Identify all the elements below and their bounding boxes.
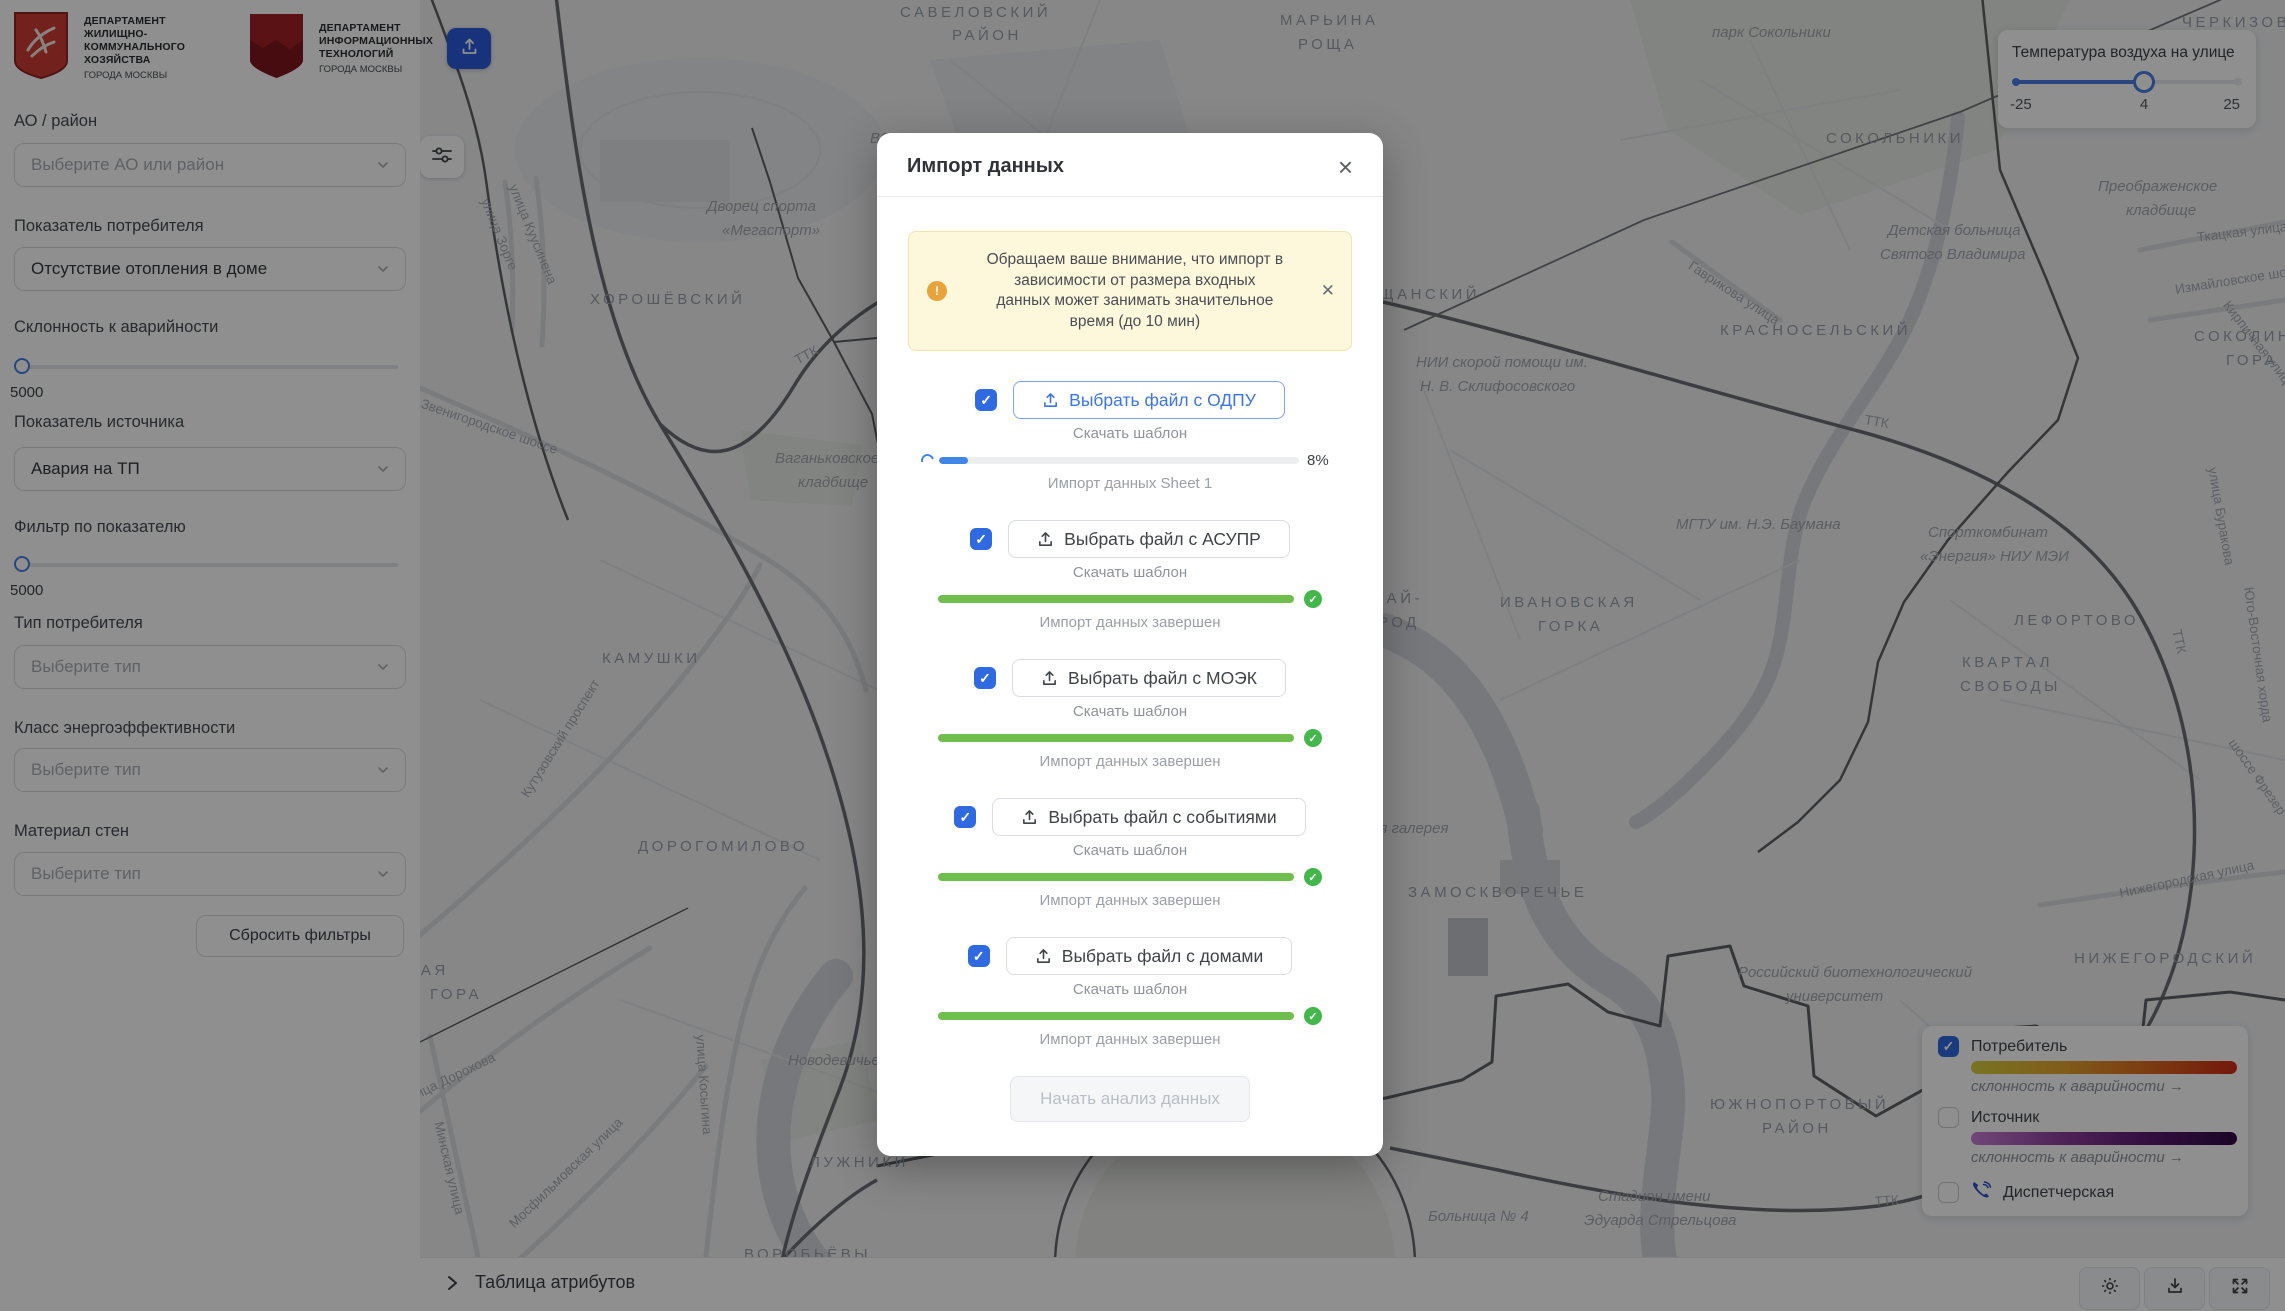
import-status-text: Импорт данных завершен xyxy=(877,892,1383,909)
choose-file-label: Выбрать файл с домами xyxy=(1062,946,1263,967)
download-template-link[interactable]: Скачать шаблон xyxy=(877,703,1383,720)
import-progress: 8% xyxy=(877,452,1383,468)
import-row: ✓ Выбрать файл с МОЭК Скачать шаблон ✓ Импор… xyxy=(877,659,1383,770)
choose-file-button[interactable]: Выбрать файл с ОДПУ xyxy=(1013,381,1285,419)
progress-complete-bar xyxy=(938,595,1294,603)
warning-banner: ! Обращаем ваше внимание, что импорт в з… xyxy=(908,231,1352,351)
progress-complete-bar xyxy=(938,734,1294,742)
modal-close-button[interactable]: × xyxy=(1338,157,1353,177)
import-row-checkbox[interactable]: ✓ xyxy=(970,528,992,550)
import-status-text: Импорт данных завершен xyxy=(877,753,1383,770)
choose-file-label: Выбрать файл с ОДПУ xyxy=(1069,390,1256,411)
choose-file-button[interactable]: Выбрать файл с АСУПР xyxy=(1008,520,1290,558)
import-row-checkbox[interactable]: ✓ xyxy=(954,806,976,828)
choose-file-label: Выбрать файл с МОЭК xyxy=(1068,668,1257,689)
download-template-link[interactable]: Скачать шаблон xyxy=(877,981,1383,998)
app: САВЕЛОВСКИЙРАЙОНМАРЬИНАРОЩАЧЕРКИЗОВОпарк… xyxy=(0,0,2285,1311)
import-status-text: Импорт данных Sheet 1 xyxy=(877,475,1383,492)
import-row: ✓ Выбрать файл с АСУПР Скачать шаблон ✓ Импо… xyxy=(877,520,1383,631)
import-rows: ✓ Выбрать файл с ОДПУ Скачать шаблон 8% Импо… xyxy=(877,381,1383,1048)
choose-file-button[interactable]: Выбрать файл с МОЭК xyxy=(1012,659,1286,697)
upload-icon xyxy=(1042,392,1059,409)
upload-icon xyxy=(1021,809,1038,826)
check-circle-icon: ✓ xyxy=(1304,729,1322,747)
choose-file-button[interactable]: Выбрать файл с домами xyxy=(1006,937,1292,975)
import-row: ✓ Выбрать файл с событиями Скачать шаблон ✓… xyxy=(877,798,1383,909)
upload-icon xyxy=(1037,531,1054,548)
warning-text: Обращаем ваше внимание, что импорт в зав… xyxy=(957,250,1313,332)
import-status-text: Импорт данных завершен xyxy=(877,614,1383,631)
check-circle-icon: ✓ xyxy=(1304,1007,1322,1025)
progress-fill xyxy=(939,457,968,464)
import-row: ✓ Выбрать файл с домами Скачать шаблон ✓ Имп… xyxy=(877,937,1383,1048)
progress-complete-bar xyxy=(938,873,1294,881)
progress-track xyxy=(939,457,1299,464)
import-progress: ✓ xyxy=(877,730,1383,746)
warning-close-button[interactable]: ✕ xyxy=(1321,281,1335,301)
import-data-modal: Импорт данных × ! Обращаем ваше внимание… xyxy=(877,133,1383,1156)
modal-title: Импорт данных xyxy=(907,155,1064,178)
progress-percent: 8% xyxy=(1307,452,1339,469)
warning-icon: ! xyxy=(927,281,947,301)
import-progress: ✓ xyxy=(877,1008,1383,1024)
import-row-checkbox[interactable]: ✓ xyxy=(974,667,996,689)
upload-icon xyxy=(1035,948,1052,965)
choose-file-label: Выбрать файл с событиями xyxy=(1048,807,1276,828)
choose-file-label: Выбрать файл с АСУПР xyxy=(1064,529,1261,550)
start-analysis-button[interactable]: Начать анализ данных xyxy=(1010,1076,1250,1122)
spinner-icon xyxy=(919,451,937,469)
import-progress: ✓ xyxy=(877,869,1383,885)
import-row: ✓ Выбрать файл с ОДПУ Скачать шаблон 8% Импо… xyxy=(877,381,1383,492)
check-circle-icon: ✓ xyxy=(1304,868,1322,886)
download-template-link[interactable]: Скачать шаблон xyxy=(877,564,1383,581)
download-template-link[interactable]: Скачать шаблон xyxy=(877,425,1383,442)
import-row-checkbox[interactable]: ✓ xyxy=(968,945,990,967)
download-template-link[interactable]: Скачать шаблон xyxy=(877,842,1383,859)
choose-file-button[interactable]: Выбрать файл с событиями xyxy=(992,798,1305,836)
progress-complete-bar xyxy=(938,1012,1294,1020)
check-circle-icon: ✓ xyxy=(1304,590,1322,608)
import-progress: ✓ xyxy=(877,591,1383,607)
upload-icon xyxy=(1041,670,1058,687)
import-row-checkbox[interactable]: ✓ xyxy=(975,389,997,411)
import-status-text: Импорт данных завершен xyxy=(877,1031,1383,1048)
